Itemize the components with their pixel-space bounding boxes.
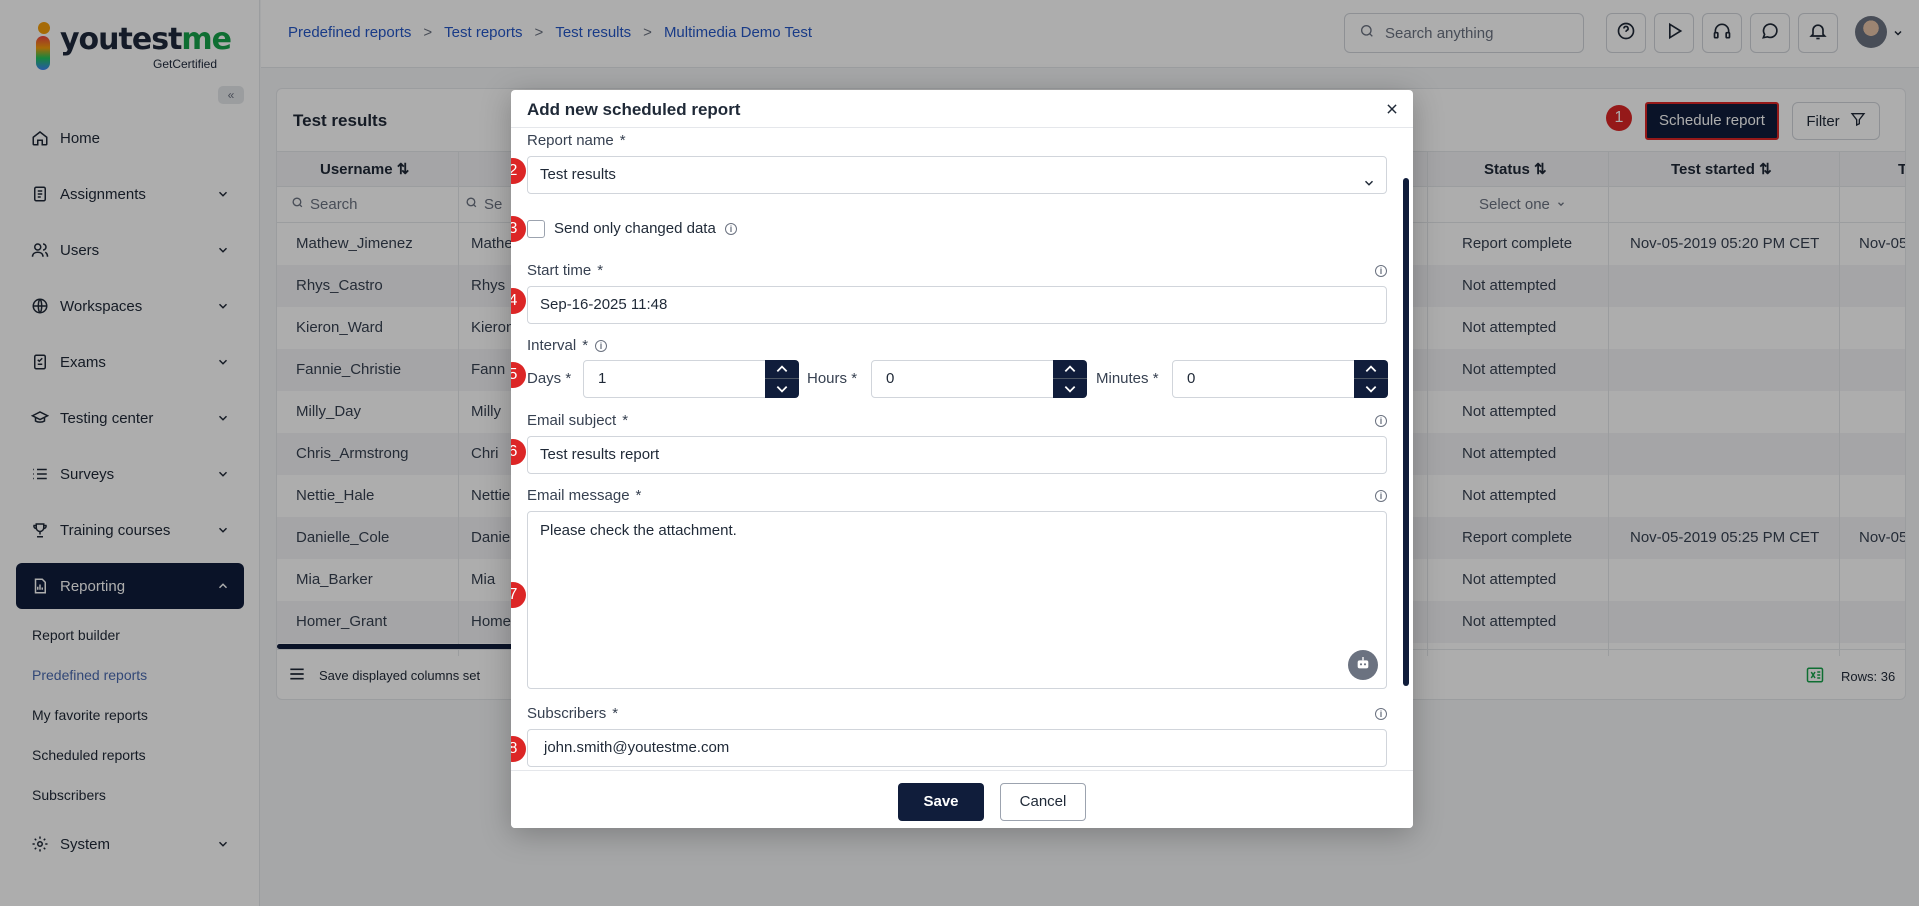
label-text: Hours — [807, 370, 848, 387]
label-text: Start time — [527, 262, 592, 279]
step-badge: 5 — [511, 362, 526, 388]
label-text: Subscribers — [527, 705, 607, 722]
required-mark: * — [612, 705, 619, 722]
robot-icon — [1355, 655, 1371, 675]
email-subject-input[interactable]: Test results report — [527, 436, 1387, 474]
ai-assistant-button[interactable] — [1348, 650, 1378, 680]
chevron-down-icon[interactable] — [1354, 379, 1388, 398]
days-input[interactable]: 1 — [583, 360, 771, 398]
label-text: Email subject — [527, 412, 617, 429]
start-time-label: Start time * — [527, 262, 603, 279]
minutes-label: Minutes * — [1096, 370, 1159, 387]
chevron-up-icon[interactable] — [1354, 360, 1388, 379]
required-mark: * — [622, 412, 629, 429]
add-scheduled-report-modal: Add new scheduled report Report name * 2 … — [511, 90, 1413, 828]
modal-body: Report name * 2 Test results 3 Send only … — [511, 128, 1413, 770]
modal-scrollbar[interactable] — [1403, 178, 1409, 686]
email-subject-label: Email subject * — [527, 412, 628, 429]
label-text: Email message — [527, 487, 630, 504]
label-text: Minutes — [1096, 370, 1149, 387]
step-badge: 6 — [511, 439, 526, 465]
step-badge: 7 — [511, 582, 526, 608]
minutes-input[interactable]: 0 — [1172, 360, 1360, 398]
chevron-down-icon — [1362, 168, 1376, 204]
save-button[interactable]: Save — [898, 783, 984, 821]
subscribers-label: Subscribers * — [527, 705, 618, 722]
close-icon[interactable] — [1385, 102, 1399, 120]
info-icon[interactable]: i — [725, 223, 737, 235]
required-mark: * — [582, 337, 589, 354]
info-icon[interactable]: i — [595, 340, 607, 352]
required-mark: * — [851, 370, 858, 387]
subscribers-input[interactable]: john.smith@youtestme.com — [527, 729, 1387, 767]
report-name-select[interactable]: Test results — [527, 156, 1387, 194]
required-mark: * — [619, 132, 626, 149]
required-mark: * — [1152, 370, 1159, 387]
send-only-changed-checkbox[interactable] — [527, 220, 545, 238]
chevron-up-icon[interactable] — [765, 360, 799, 379]
send-only-changed-label: Send only changed data — [554, 220, 716, 237]
label-text: Interval — [527, 337, 577, 354]
label-text: Report name — [527, 132, 614, 149]
chevron-up-icon[interactable] — [1053, 360, 1087, 379]
chevron-down-icon[interactable] — [765, 379, 799, 398]
step-badge: 8 — [511, 736, 526, 762]
modal-footer: Save Cancel — [511, 770, 1413, 828]
modal-title: Add new scheduled report — [527, 100, 741, 119]
cancel-button[interactable]: Cancel — [1000, 783, 1086, 821]
hours-stepper[interactable] — [1053, 360, 1087, 398]
hours-label: Hours * — [807, 370, 857, 387]
interval-label: Interval * — [527, 337, 588, 354]
report-name-value: Test results — [540, 166, 616, 183]
start-time-input[interactable]: Sep-16-2025 11:48 — [527, 286, 1387, 324]
days-stepper[interactable] — [765, 360, 799, 398]
required-mark: * — [635, 487, 642, 504]
step-badge: 4 — [511, 288, 526, 314]
days-label: Days * — [527, 370, 571, 387]
hours-input[interactable]: 0 — [871, 360, 1059, 398]
info-icon[interactable]: i — [1375, 708, 1387, 720]
step-badge: 2 — [511, 158, 526, 184]
email-message-value: Please check the attachment. — [540, 522, 737, 539]
required-mark: * — [597, 262, 604, 279]
email-message-textarea[interactable]: Please check the attachment. — [527, 511, 1387, 689]
info-icon[interactable]: i — [1375, 490, 1387, 502]
required-mark: * — [565, 370, 572, 387]
info-icon[interactable]: i — [1375, 415, 1387, 427]
label-text: Days — [527, 370, 562, 387]
step-badge: 3 — [511, 216, 526, 242]
report-name-label: Report name * — [527, 132, 626, 149]
modal-header: Add new scheduled report — [511, 90, 1413, 128]
email-message-label: Email message * — [527, 487, 641, 504]
minutes-stepper[interactable] — [1354, 360, 1388, 398]
chevron-down-icon[interactable] — [1053, 379, 1087, 398]
info-icon[interactable]: i — [1375, 265, 1387, 277]
